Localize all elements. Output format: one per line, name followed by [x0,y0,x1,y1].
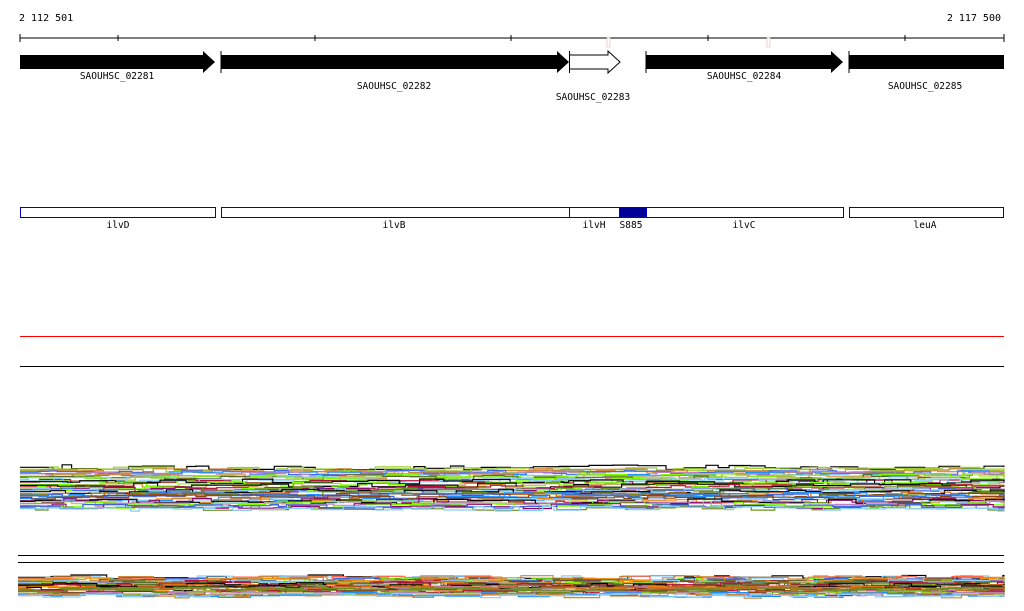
feature-label: ilvH [583,220,606,231]
gene-SAOUHSC_02281[interactable]: SAOUHSC_02281 [20,51,215,82]
feature-label: ilvC [733,220,756,231]
gene-label: SAOUHSC_02285 [888,81,962,92]
expression-profiles-track-1 [20,464,1005,512]
feature-ilvD[interactable] [20,207,216,218]
ruler [19,34,1005,48]
gene-label: SAOUHSC_02283 [556,92,630,103]
gene-label: SAOUHSC_02284 [707,71,782,82]
feature-label: ilvB [383,220,406,231]
gene-SAOUHSC_02282[interactable]: SAOUHSC_02282 [220,51,569,92]
feature-label: leuA [914,220,937,231]
feature-ilvH[interactable] [569,207,620,218]
gene-SAOUHSC_02284[interactable]: SAOUHSC_02284 [645,51,843,82]
feature-ilvB[interactable] [221,207,570,218]
gene-SAOUHSC_02283[interactable]: SAOUHSC_02283 [556,49,630,103]
feature-label: ilvD [107,220,130,231]
gene-SAOUHSC_02285[interactable]: SAOUHSC_02285 [848,51,1004,92]
feature-leuA[interactable] [849,207,1004,218]
gene-track: SAOUHSC_02281 SAOUHSC_02282 SAOUHSC_0228… [20,49,1004,103]
feature-labels: ilvD ilvB ilvH S885 ilvC leuA [107,220,937,231]
expression-profiles-track-2 [18,574,1005,599]
genome-browser-canvas: SAOUHSC_02281 SAOUHSC_02282 SAOUHSC_0228… [18,34,1005,599]
gene-label: SAOUHSC_02281 [80,71,155,82]
feature-label: S885 [620,220,643,231]
gene-label: SAOUHSC_02282 [357,81,431,92]
feature-track [20,207,1004,218]
feature-ilvC[interactable] [646,207,844,218]
feature-S885[interactable] [619,207,647,218]
